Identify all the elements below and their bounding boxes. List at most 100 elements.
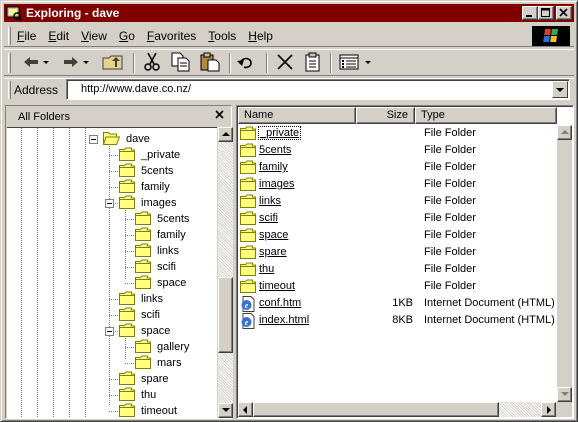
- tree-item[interactable]: space: [135, 275, 187, 291]
- column-header-size[interactable]: Size: [356, 107, 415, 124]
- up-button[interactable]: [102, 52, 124, 74]
- tree-item[interactable]: dave: [102, 131, 151, 148]
- folder-icon: [135, 355, 151, 372]
- collapse-toggle[interactable]: [89, 135, 98, 144]
- maximize-button[interactable]: [538, 6, 554, 20]
- column-header-type[interactable]: Type: [415, 107, 557, 124]
- file-name[interactable]: timeout: [258, 280, 296, 292]
- collapse-toggle[interactable]: [105, 199, 114, 208]
- menu-favorites[interactable]: Favorites: [147, 29, 196, 43]
- file-name[interactable]: links: [258, 195, 282, 207]
- file-type: File Folder: [424, 195, 476, 207]
- menu-edit[interactable]: Edit: [48, 29, 69, 43]
- file-row[interactable]: spare File Folder: [239, 244, 569, 261]
- menu-tools[interactable]: Tools: [208, 29, 236, 43]
- paste-button[interactable]: [199, 52, 221, 74]
- tree-item-label: scifi: [141, 309, 160, 321]
- file-name[interactable]: 5cents: [258, 144, 292, 156]
- close-button[interactable]: [556, 6, 572, 20]
- collapse-toggle[interactable]: [105, 327, 114, 336]
- scroll-thumb[interactable]: [253, 402, 499, 417]
- close-icon[interactable]: [214, 109, 225, 123]
- tree-item[interactable]: family: [119, 179, 171, 195]
- address-value[interactable]: http://www.dave.co.nz/: [81, 83, 191, 95]
- toolbar-grip[interactable]: [8, 53, 11, 73]
- tree-item[interactable]: timeout: [119, 403, 178, 418]
- file-row[interactable]: space File Folder: [239, 227, 569, 244]
- file-name[interactable]: _private: [258, 126, 302, 140]
- undo-button[interactable]: [236, 52, 256, 74]
- address-dropdown-button[interactable]: [552, 81, 568, 98]
- views-button[interactable]: [339, 52, 373, 74]
- file-row[interactable]: family File Folder: [239, 159, 569, 176]
- tree-item[interactable]: _private: [119, 147, 181, 163]
- file-row[interactable]: thu File Folder: [239, 261, 569, 278]
- back-button[interactable]: [22, 52, 52, 74]
- toolbar-separator: [229, 53, 231, 73]
- properties-button[interactable]: [303, 52, 323, 74]
- scroll-right-button[interactable]: [541, 402, 556, 417]
- open-folder-icon: [102, 131, 121, 148]
- file-row[interactable]: timeout File Folder: [239, 278, 569, 295]
- file-name[interactable]: spare: [258, 246, 288, 258]
- menu-file[interactable]: File: [17, 29, 36, 43]
- tree-item[interactable]: links: [135, 243, 180, 259]
- tree-item-label: images: [141, 197, 177, 209]
- file-name[interactable]: thu: [258, 263, 275, 275]
- tree-item[interactable]: 5cents: [135, 211, 190, 227]
- address-grip[interactable]: [8, 81, 11, 99]
- file-name[interactable]: scifi: [258, 212, 279, 224]
- file-row[interactable]: e conf.htm 1KB Internet Document (HTML): [239, 295, 569, 312]
- menu-view[interactable]: View: [81, 29, 107, 43]
- scroll-up-button[interactable]: [557, 125, 572, 140]
- tree-connector: [37, 128, 38, 418]
- tree-item[interactable]: spare: [119, 371, 170, 387]
- tree-item[interactable]: mars: [135, 355, 182, 371]
- file-name[interactable]: conf.htm: [258, 297, 302, 309]
- minimize-button[interactable]: [522, 6, 538, 20]
- file-row[interactable]: _private File Folder: [239, 125, 569, 142]
- tree-item[interactable]: gallery: [135, 339, 190, 355]
- folder-tree[interactable]: dave _private 5cents family images 5cents fami…: [7, 127, 217, 418]
- forward-button[interactable]: [62, 52, 92, 74]
- title-bar[interactable]: Exploring - dave: [4, 4, 574, 22]
- file-row[interactable]: images File Folder: [239, 176, 569, 193]
- tree-item[interactable]: links: [119, 291, 164, 307]
- toolbar-separator: [330, 53, 332, 73]
- scroll-down-button[interactable]: [218, 403, 233, 418]
- folder-icon: [119, 307, 135, 324]
- file-name[interactable]: images: [258, 178, 295, 190]
- address-input[interactable]: http://www.dave.co.nz/: [66, 79, 570, 100]
- file-row[interactable]: links File Folder: [239, 193, 569, 210]
- file-list-vertical-scrollbar[interactable]: [557, 125, 572, 402]
- tree-item[interactable]: family: [135, 227, 187, 243]
- folders-pane: All Folders dave _private 5cents family imag…: [5, 105, 233, 419]
- delete-button[interactable]: [276, 52, 294, 74]
- folders-vertical-scrollbar[interactable]: [218, 127, 233, 418]
- scroll-down-button[interactable]: [557, 387, 572, 402]
- tree-item[interactable]: space: [119, 323, 171, 339]
- tree-item[interactable]: thu: [119, 387, 157, 403]
- tree-item[interactable]: images: [119, 195, 177, 211]
- file-name[interactable]: family: [258, 161, 289, 173]
- scroll-thumb[interactable]: [218, 277, 233, 353]
- file-name[interactable]: space: [258, 229, 289, 241]
- tree-item[interactable]: 5cents: [119, 163, 174, 179]
- file-row[interactable]: scifi File Folder: [239, 210, 569, 227]
- menu-help[interactable]: Help: [248, 29, 273, 43]
- tree-item[interactable]: scifi: [119, 307, 161, 323]
- scroll-left-button[interactable]: [238, 402, 253, 417]
- scroll-up-button[interactable]: [218, 127, 233, 142]
- file-name[interactable]: index.html: [258, 314, 310, 326]
- copy-button[interactable]: [170, 52, 192, 74]
- column-header-name[interactable]: Name: [238, 107, 356, 124]
- menu-grip[interactable]: [8, 27, 11, 45]
- cut-button[interactable]: [142, 52, 162, 74]
- tree-item[interactable]: scifi: [135, 259, 177, 275]
- folder-icon: [119, 195, 135, 212]
- explorer-icon[interactable]: [6, 5, 22, 21]
- file-row[interactable]: e index.html 8KB Internet Document (HTML): [239, 312, 569, 329]
- file-list-horizontal-scrollbar[interactable]: [238, 402, 556, 417]
- file-row[interactable]: 5cents File Folder: [239, 142, 569, 159]
- menu-go[interactable]: Go: [119, 29, 135, 43]
